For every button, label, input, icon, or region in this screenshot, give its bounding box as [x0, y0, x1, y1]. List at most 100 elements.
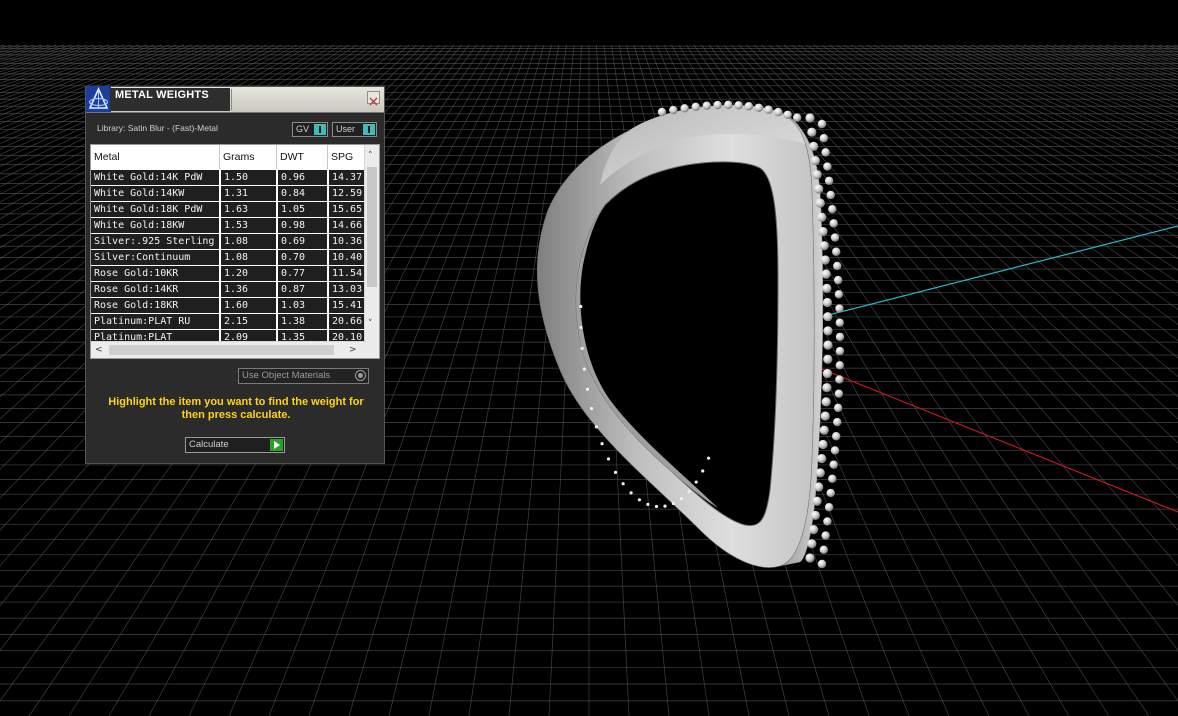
- column-header-dwt[interactable]: DWT: [277, 145, 328, 169]
- column-header-grams[interactable]: Grams: [220, 145, 277, 169]
- grid-line: [1136, 44, 1178, 58]
- table-row[interactable]: Rose Gold:18KR 1.60 1.03 15.41: [91, 297, 366, 313]
- bead-sphere: [829, 460, 838, 469]
- scroll-down-icon[interactable]: ˅: [368, 319, 373, 329]
- cell-grams: 1.08: [221, 234, 276, 249]
- grid-line: [1173, 44, 1178, 47]
- column-header-spg[interactable]: SPG: [328, 145, 366, 169]
- bead-sphere: [817, 454, 827, 464]
- gv-dropdown[interactable]: GV: [292, 122, 328, 137]
- vertical-scrollbar[interactable]: ˄ ˅: [364, 145, 379, 342]
- grid-line: [0, 44, 12, 49]
- grid-line: [948, 44, 1178, 144]
- cell-dwt: 1.03: [278, 298, 327, 313]
- table-row[interactable]: Rose Gold:14KR 1.36 0.87 13.03: [91, 281, 366, 297]
- bead-sphere: [817, 212, 827, 222]
- bead-sphere: [823, 326, 833, 336]
- bead-sphere: [819, 545, 829, 555]
- dropdown-toggle-icon[interactable]: [363, 124, 375, 135]
- inner-stone-dot: [701, 469, 705, 473]
- use-object-materials-button[interactable]: Use Object Materials: [238, 368, 369, 384]
- grid-line: [0, 44, 72, 67]
- cell-metal: Silver:Continuum: [91, 250, 219, 265]
- horizontal-scrollbar[interactable]: < >: [91, 341, 366, 358]
- inner-stone-dot: [663, 504, 667, 508]
- inner-stone-dot: [589, 407, 594, 411]
- table-row[interactable]: Rose Gold:10KR 1.20 0.77 11.54: [91, 265, 366, 281]
- cell-dwt: 1.38: [278, 314, 327, 329]
- grid-line: [0, 44, 35, 55]
- table-row[interactable]: White Gold:18KW 1.53 0.98 14.66: [91, 217, 366, 233]
- bead-sphere: [826, 488, 835, 498]
- bead-sphere: [812, 170, 822, 180]
- inner-stone-dot: [600, 442, 604, 446]
- inner-stone-dot: [654, 504, 659, 509]
- cell-dwt: 0.84: [278, 186, 327, 201]
- horizontal-scroll-thumb[interactable]: [109, 345, 334, 355]
- scroll-right-icon[interactable]: >: [349, 345, 357, 355]
- close-icon[interactable]: [367, 91, 380, 106]
- grid-line: [843, 44, 1178, 249]
- table-row[interactable]: White Gold:14KW 1.31 0.84 12.59: [91, 185, 366, 201]
- bead-sphere: [832, 432, 841, 441]
- cell-metal: Rose Gold:14KR: [91, 282, 219, 297]
- inner-stone-dot: [594, 425, 598, 429]
- vertical-scroll-thumb[interactable]: [367, 167, 377, 287]
- grid-line: [821, 44, 1178, 283]
- bead-sphere: [822, 368, 833, 379]
- inner-stone-dot: [606, 457, 611, 461]
- inner-stone-dot: [621, 482, 625, 486]
- bead-sphere: [835, 346, 845, 356]
- cell-grams: 1.08: [221, 250, 276, 265]
- ring-model[interactable]: [536, 100, 845, 569]
- bead-sphere: [764, 105, 773, 114]
- cell-dwt: 1.05: [278, 202, 327, 217]
- grid-line: [1083, 44, 1178, 75]
- grid-line: [806, 44, 1178, 310]
- bead-sphere: [807, 539, 817, 549]
- dropdown-toggle-icon[interactable]: [314, 124, 326, 135]
- calculate-button[interactable]: Calculate: [185, 437, 285, 453]
- grid-line: [1031, 44, 1178, 97]
- bead-sphere: [828, 204, 837, 214]
- grid-line: [978, 44, 1178, 125]
- cell-grams: 1.63: [221, 202, 276, 217]
- table-row[interactable]: White Gold:14K PdW 1.50 0.96 14.37: [91, 169, 366, 185]
- table-row[interactable]: Silver:.925 Sterling 1.08 0.69 10.36: [91, 233, 366, 249]
- panel-titlebar[interactable]: METAL WEIGHTS: [86, 86, 384, 113]
- bead-sphere: [833, 275, 843, 285]
- table-row[interactable]: Silver:Continuum 1.08 0.70 10.40: [91, 249, 366, 265]
- column-header-metal[interactable]: Metal: [91, 145, 220, 169]
- bead-sphere: [819, 133, 829, 143]
- scroll-up-icon[interactable]: ˄: [368, 151, 373, 161]
- cell-grams: 1.36: [221, 282, 276, 297]
- bead-sphere: [823, 517, 832, 526]
- play-icon: [270, 439, 283, 451]
- user-dropdown[interactable]: User: [332, 122, 377, 137]
- table-row[interactable]: White Gold:18K PdW 1.63 1.05 15.65: [91, 201, 366, 217]
- metal-weights-table[interactable]: Metal Grams DWT SPG White Gold:14K PdW 1.…: [90, 144, 380, 359]
- grid-line: [911, 44, 1178, 174]
- bead-sphere: [822, 283, 832, 293]
- grid-line: [918, 44, 1178, 167]
- use-object-materials-label: Use Object Materials: [242, 370, 331, 381]
- grid-line: [888, 44, 1178, 195]
- cell-metal: Silver:.925 Sterling: [91, 234, 219, 249]
- bead-sphere: [815, 468, 825, 478]
- bead-sphere: [826, 190, 835, 200]
- grid-line: [388, 44, 552, 716]
- instruction-text: Highlight the item you want to find the …: [108, 396, 364, 421]
- scroll-left-icon[interactable]: <: [95, 345, 103, 355]
- bead-sphere: [833, 261, 842, 271]
- bead-sphere: [734, 101, 743, 110]
- inner-stone-dot: [679, 496, 684, 501]
- cell-metal: Rose Gold:10KR: [91, 266, 219, 281]
- bead-sphere: [809, 525, 819, 535]
- cell-spg: 12.59: [329, 186, 366, 201]
- grid-line: [1076, 44, 1178, 78]
- bead-sphere: [835, 318, 844, 327]
- library-label: Library: Satin Blur - (Fast)-Metal: [97, 123, 218, 133]
- inner-stone-dot: [613, 470, 618, 474]
- bead-sphere: [680, 104, 689, 113]
- table-row[interactable]: Platinum:PLAT RU 2.15 1.38 20.66: [91, 313, 366, 329]
